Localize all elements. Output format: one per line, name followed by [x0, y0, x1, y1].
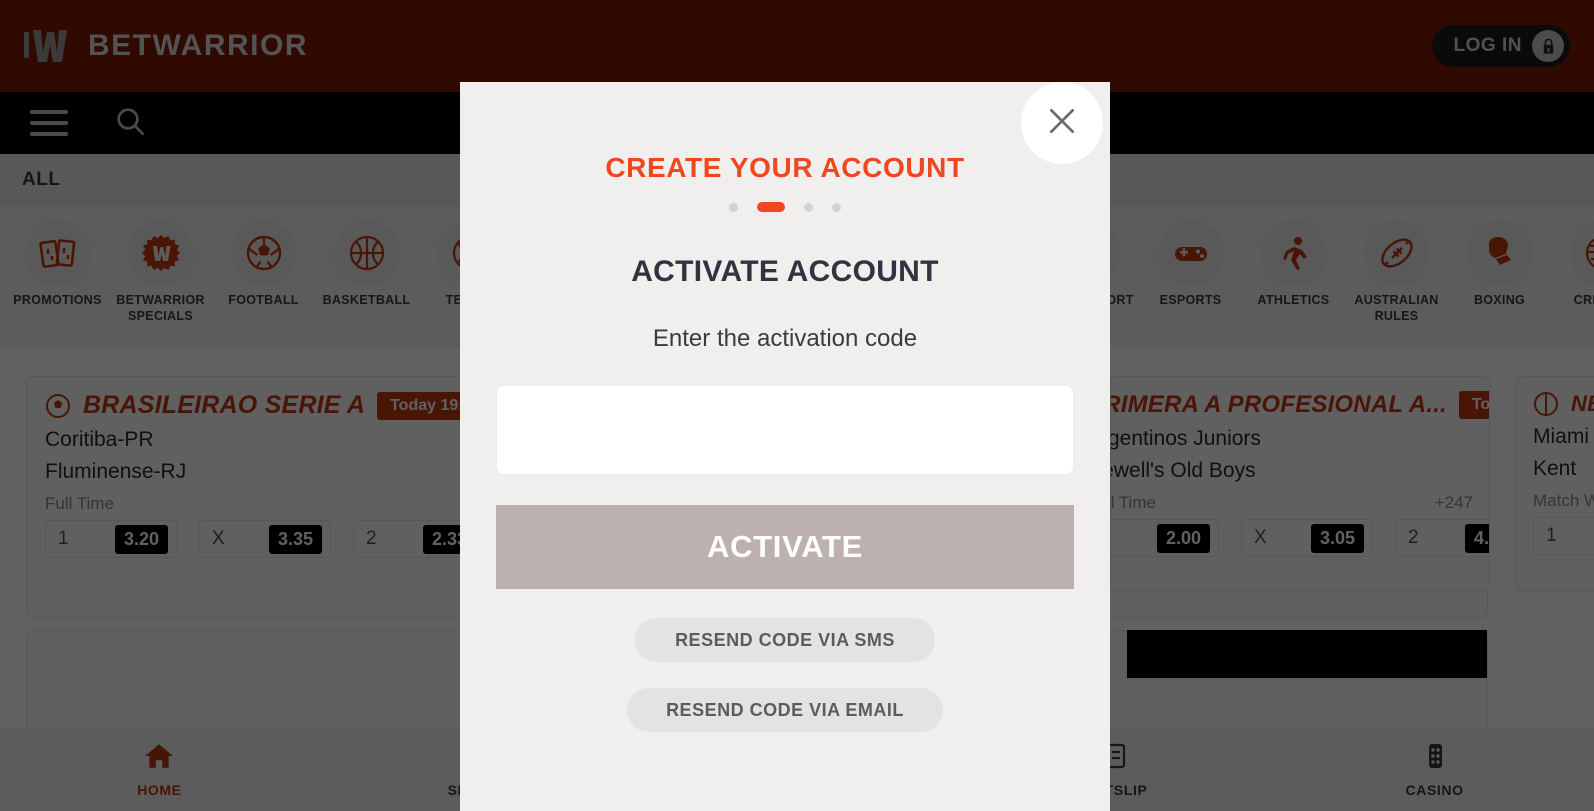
resend-code-email-button[interactable]: RESEND CODE VIA EMAIL	[627, 688, 943, 732]
close-button[interactable]	[1021, 82, 1103, 164]
create-account-modal: CREATE YOUR ACCOUNT ACTIVATE ACCOUNT Ent…	[460, 82, 1110, 811]
step-dot-4[interactable]	[832, 202, 841, 212]
step-dot-2-active[interactable]	[757, 202, 785, 212]
screen: BETWARRIOR LOG IN	[0, 0, 1594, 811]
step-dot-3[interactable]	[804, 202, 813, 212]
close-icon	[1045, 104, 1079, 143]
modal-subtitle: ACTIVATE ACCOUNT	[631, 255, 939, 288]
activation-code-input[interactable]	[496, 385, 1074, 475]
activation-help-text: Enter the activation code	[652, 325, 918, 352]
step-indicator	[460, 202, 1110, 212]
activate-button[interactable]: ACTIVATE	[496, 505, 1074, 589]
step-dot-1[interactable]	[729, 202, 738, 212]
modal-title: CREATE YOUR ACCOUNT	[605, 152, 965, 183]
resend-code-sms-button[interactable]: RESEND CODE VIA SMS	[635, 618, 935, 662]
